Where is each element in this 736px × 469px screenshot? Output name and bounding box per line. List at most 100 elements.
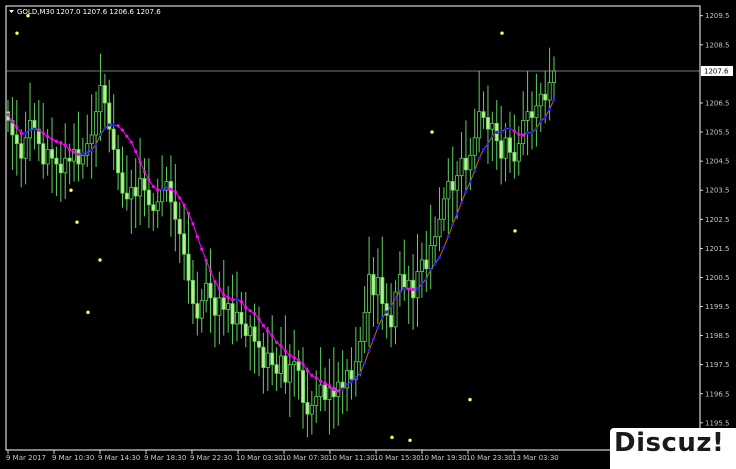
ma-point [327, 384, 332, 388]
candle-body [252, 326, 257, 342]
ma-point [208, 269, 213, 273]
ma-point [98, 133, 103, 137]
candle-body [199, 300, 204, 319]
fractal-dot [69, 188, 73, 192]
candle-body [177, 218, 182, 235]
x-tick-label: 10 Mar 23:30 [466, 454, 513, 462]
candle-body [380, 277, 385, 305]
ma-segment [469, 170, 476, 182]
candle-body [521, 120, 526, 145]
fractal-dot [390, 435, 394, 440]
ma-point [120, 128, 125, 132]
candle-body [151, 204, 156, 211]
candle-body [278, 355, 283, 374]
candle-body [182, 233, 187, 255]
candle-body [243, 323, 248, 336]
ma-segment [474, 158, 480, 171]
ma-point [182, 203, 186, 207]
ma-point [323, 381, 327, 385]
ma-segment [456, 202, 462, 214]
candle-body [120, 172, 125, 194]
candle-body [67, 157, 72, 162]
ma-point [429, 268, 433, 272]
candle-body [14, 134, 19, 145]
chart-header: GOLD,M30 1207.0 1207.6 1206.6 1207.6 [9, 8, 161, 16]
candle-body [190, 279, 195, 305]
ma-point [90, 148, 94, 152]
ma-point [301, 362, 305, 366]
current-price-tag: 1207.6 [701, 65, 733, 76]
ma-segment [373, 327, 379, 340]
x-tick-label: 10 Mar 15:30 [374, 454, 421, 462]
candle-body [155, 201, 160, 211]
ma-point [393, 296, 398, 301]
ma-point [332, 387, 336, 392]
current-price-label: 1207.6 [704, 67, 729, 75]
ma-point [367, 348, 371, 353]
fractal-dot [500, 31, 504, 35]
ma-point [147, 178, 151, 182]
candle-body [323, 384, 328, 400]
ma-point [244, 305, 248, 310]
candle-body [63, 157, 68, 174]
ma-point [459, 200, 464, 205]
candle-body [446, 181, 451, 200]
ma-point [266, 329, 270, 333]
x-tick-label: 13 Mar 03:30 [512, 454, 559, 462]
ma-point [433, 261, 437, 266]
fractal-dot [75, 220, 79, 224]
dropdown-triangle-icon[interactable] [9, 10, 14, 13]
ma-point [380, 316, 384, 320]
ma-point [151, 185, 155, 189]
ma-point [274, 340, 279, 344]
ma-point [76, 152, 81, 156]
ma-segment [192, 223, 198, 237]
candle-body [248, 326, 253, 336]
ma-point [451, 222, 455, 227]
candle-body [358, 341, 363, 363]
ma-point [41, 131, 45, 135]
candle-body [261, 346, 266, 368]
candle-body [362, 311, 367, 342]
ma-point [283, 349, 288, 353]
candle-body [204, 282, 209, 302]
ma-point [85, 151, 89, 155]
ma-segment [452, 213, 458, 225]
x-tick-label: 9 Mar 2017 [6, 454, 46, 462]
ma-point [358, 371, 362, 375]
candle-body [340, 381, 345, 389]
chart-area[interactable]: 1207.6 1209.5 1208.5 1206.5 1205.5 1204.5 120… [0, 0, 736, 469]
ma-segment [201, 248, 207, 261]
ma-point [490, 134, 494, 138]
candle-body [428, 245, 433, 270]
ma-point [552, 97, 556, 102]
ma-point [341, 387, 345, 391]
ma-point [371, 337, 376, 341]
candle-body [538, 93, 543, 107]
x-tick-label: 10 Mar 19:30 [420, 454, 467, 462]
ma-point [28, 128, 32, 132]
plot-frame [5, 5, 701, 451]
ma-point [499, 130, 503, 134]
ma-point [10, 120, 15, 124]
candle-body [472, 137, 477, 156]
ma-point [222, 293, 226, 297]
candle-body [490, 122, 495, 130]
ma-point [517, 133, 521, 137]
candle-body [274, 364, 279, 374]
candle-body [477, 111, 482, 139]
candle-body [287, 364, 292, 383]
y-tick-label: 1209.5 [705, 12, 730, 20]
ma-point [72, 150, 76, 154]
ma-point [305, 369, 310, 373]
ma-point [389, 304, 393, 308]
ma-point [24, 131, 28, 135]
x-axis: 9 Mar 2017 9 Mar 10:30 9 Mar 14:30 9 Mar 18… [6, 450, 559, 462]
candle-body [485, 117, 490, 130]
candle-body [459, 157, 464, 177]
ma-point [160, 187, 164, 192]
candle-body [441, 198, 446, 220]
candle-body [146, 189, 151, 206]
y-tick-label: 1203.5 [705, 187, 730, 195]
y-tick-label: 1195.5 [705, 419, 730, 427]
